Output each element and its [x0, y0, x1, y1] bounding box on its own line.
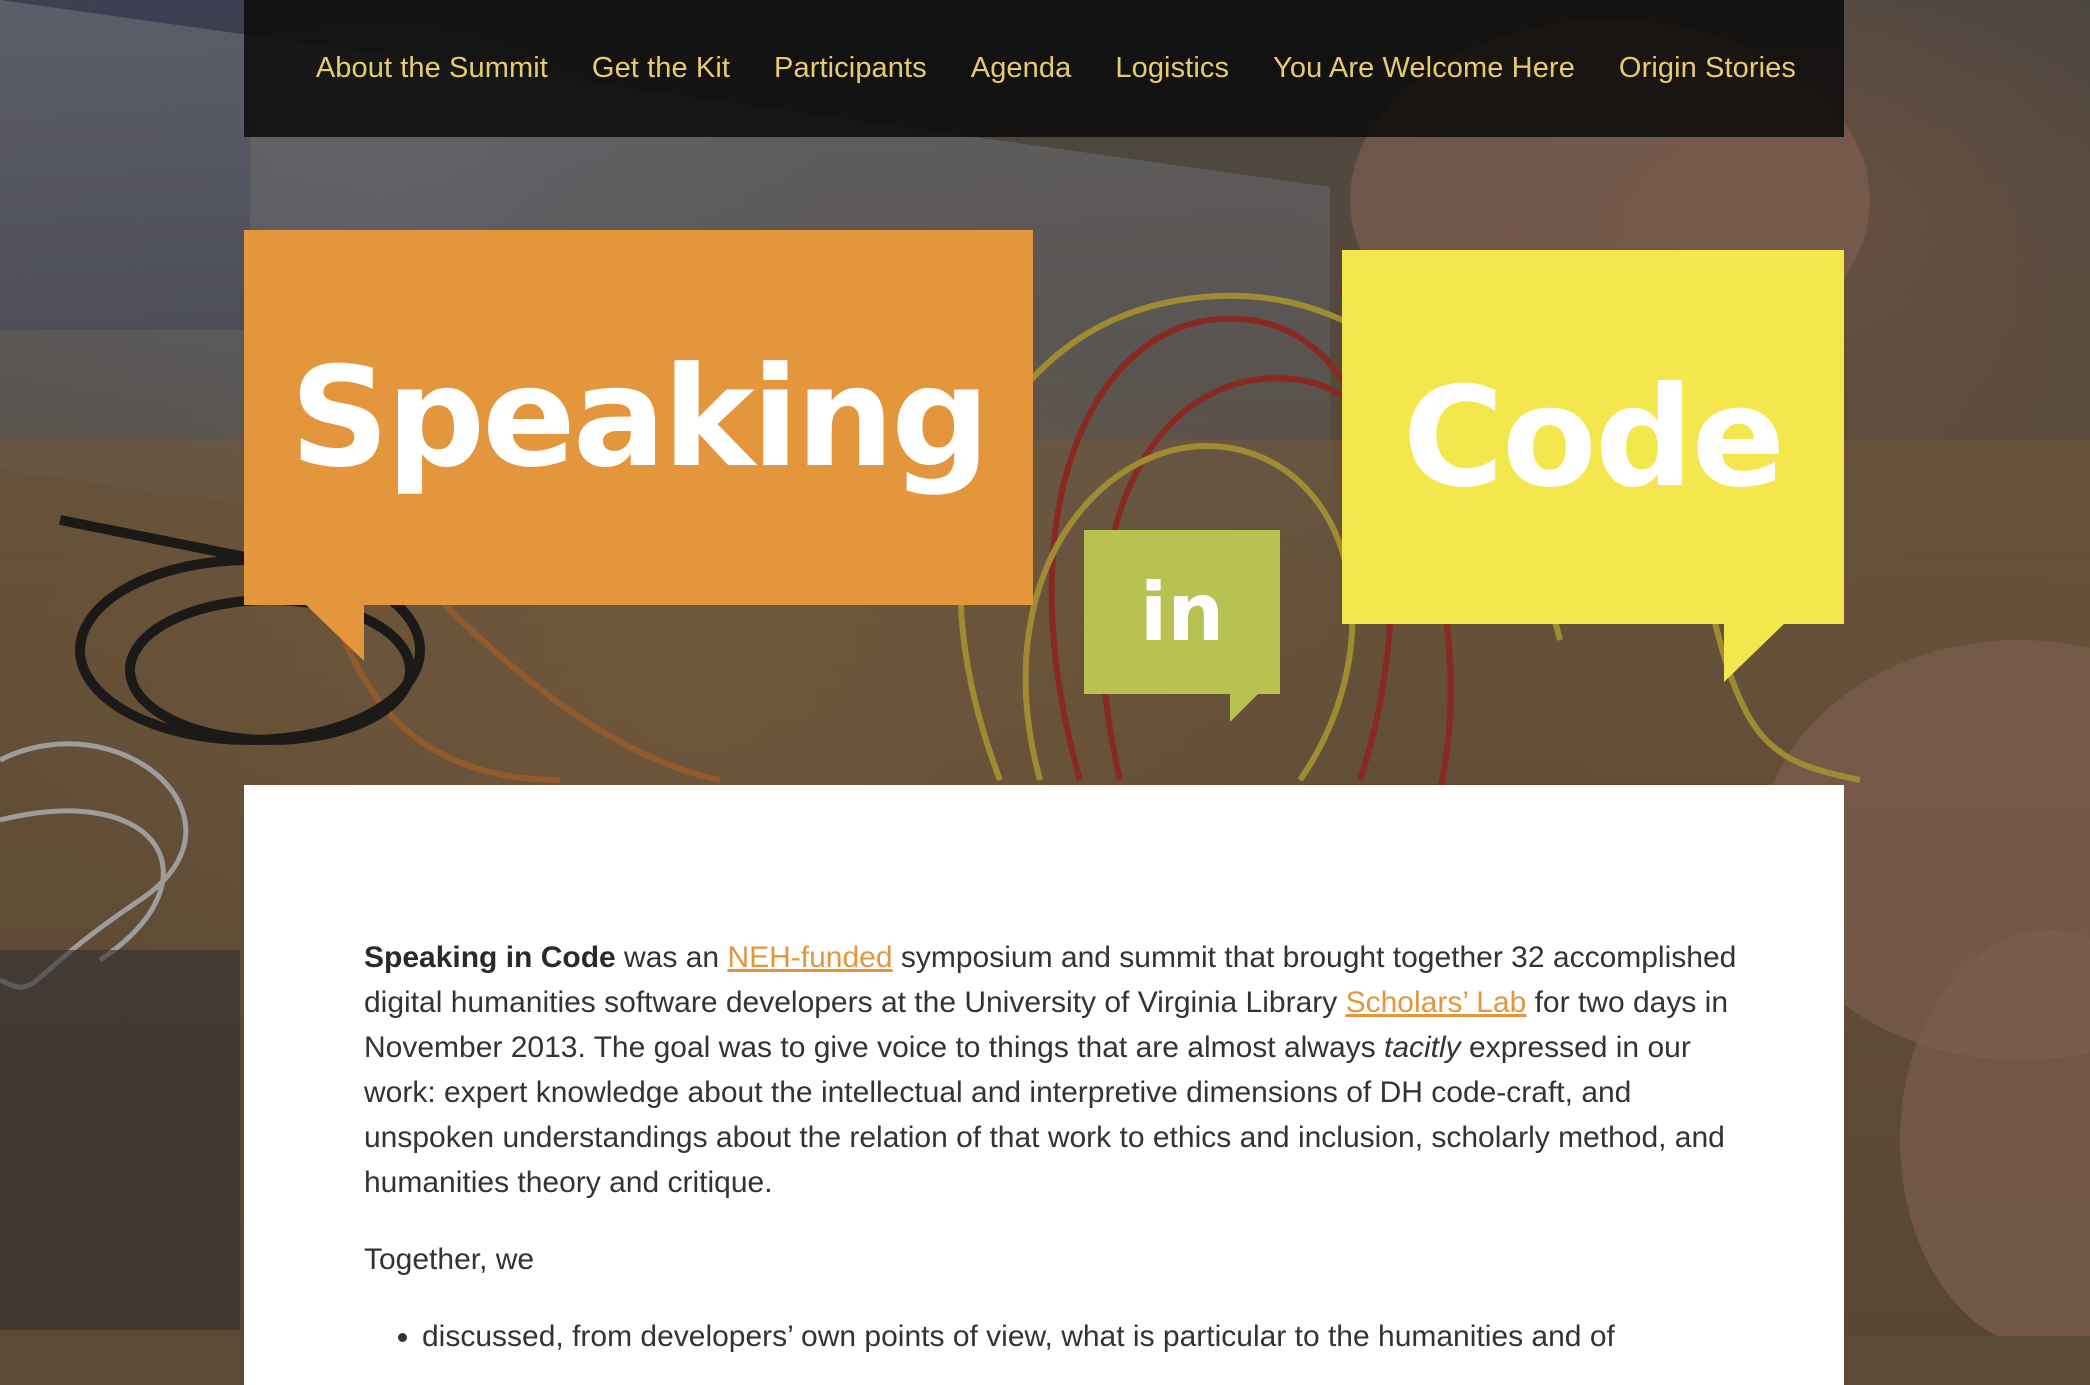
nav-agenda[interactable]: Agenda — [971, 52, 1072, 85]
neh-funded-link[interactable]: NEH-funded — [727, 941, 892, 974]
nav-participants[interactable]: Participants — [774, 52, 927, 85]
intro-bold-title: Speaking in Code — [364, 941, 616, 974]
title-word-in: in — [1139, 565, 1225, 659]
scholars-lab-link[interactable]: Scholars’ Lab — [1346, 986, 1527, 1019]
nav-about-the-summit[interactable]: About the Summit — [316, 52, 548, 85]
title-bubble-code: Code — [1342, 250, 1844, 682]
together-paragraph: Together, we — [364, 1243, 535, 1276]
article-body: Speaking in Code was an NEH-funded sympo… — [364, 935, 1744, 1359]
content-card: Speaking in Code was an NEH-funded sympo… — [244, 785, 1844, 1385]
main-nav: About the Summit Get the Kit Participant… — [244, 0, 1844, 137]
intro-text-1: was an — [615, 941, 728, 974]
nav-origin-stories[interactable]: Origin Stories — [1619, 52, 1796, 85]
intro-paragraph: Speaking in Code was an NEH-funded sympo… — [364, 935, 1744, 1205]
nav-get-the-kit[interactable]: Get the Kit — [592, 52, 730, 85]
nav-you-are-welcome-here[interactable]: You Are Welcome Here — [1273, 52, 1575, 85]
title-word-code: Code — [1402, 356, 1785, 518]
goals-list: discussed, from developers’ own points o… — [364, 1314, 1744, 1359]
nav-logistics[interactable]: Logistics — [1115, 52, 1229, 85]
title-word-speaking: Speaking — [290, 337, 990, 498]
title-bubble-speaking: Speaking — [244, 230, 1033, 661]
list-item: discussed, from developers’ own points o… — [422, 1314, 1744, 1359]
title-bubble-in: in — [1084, 530, 1280, 722]
intro-emphasis: tacitly — [1384, 1031, 1461, 1064]
